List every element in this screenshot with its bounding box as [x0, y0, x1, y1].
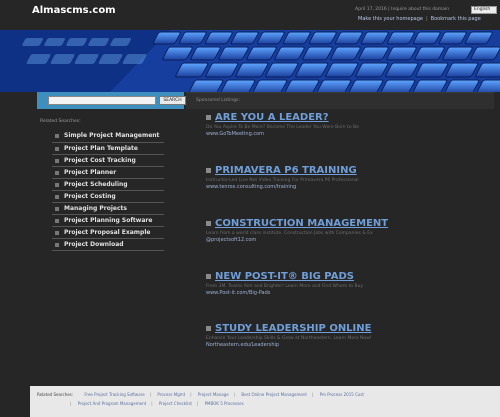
sponsored-listing: CONSTRUCTION MANAGEMENT Learn from a wor…: [206, 218, 496, 243]
search-button[interactable]: SEARCH: [159, 96, 186, 105]
bullet-icon: [55, 159, 59, 163]
listing-url-link[interactable]: www.Post-it.com/Big-Pads: [206, 290, 496, 296]
listing-description: Instructor-Led Live Net Video Training F…: [206, 178, 359, 183]
bullet-icon: [55, 147, 59, 151]
bullet-icon: [55, 183, 59, 187]
bullet-icon: [55, 231, 59, 235]
site-title[interactable]: Almascms.com: [32, 5, 116, 16]
footer-link[interactable]: Project Checklist: [159, 401, 192, 406]
listing-description: Enhance Your Leadership Skills & Grow at…: [206, 336, 372, 341]
listing-title-text: NEW POST-IT® BIG PADS: [215, 271, 354, 282]
main-content: Sponsored Listings: ARE YOU A LEADER? Do…: [186, 92, 496, 348]
sponsored-listing: PRIMAVERA P6 TRAINING Instructor-Led Liv…: [206, 165, 496, 190]
sidebar-item-project-scheduling[interactable]: Project Scheduling: [52, 179, 164, 191]
bullet-icon: [55, 171, 59, 175]
language-select[interactable]: English: [471, 6, 497, 14]
listing-description: Learn from a world class institute. Cons…: [206, 231, 373, 236]
sidebar-item-label: Project Download: [64, 241, 124, 248]
header-links: Make this your homepage | Bookmark this pa…: [358, 16, 481, 22]
sidebar-item-project-plan-template[interactable]: Project Plan Template: [52, 143, 164, 155]
separator: |: [190, 392, 192, 397]
footer-link[interactable]: Project And Program Management: [78, 401, 147, 406]
sidebar-item-label: Project Cost Tracking: [64, 157, 136, 164]
footer-row: Related Searches: Free Project Tracking …: [37, 392, 364, 397]
sidebar-item-project-planning-software[interactable]: Project Planning Software: [52, 215, 164, 227]
sidebar-item-project-proposal-example[interactable]: Project Proposal Example: [52, 227, 164, 239]
search-bar: SEARCH: [37, 92, 186, 109]
listing-title-link[interactable]: CONSTRUCTION MANAGEMENT: [206, 218, 496, 229]
separator: |: [233, 392, 236, 397]
bullet-icon: [55, 219, 59, 223]
sidebar-item-label: Simple Project Management: [64, 132, 160, 139]
listing-title-link[interactable]: ARE YOU A LEADER?: [206, 112, 496, 123]
separator: |: [196, 401, 199, 406]
sponsored-listing: ARE YOU A LEADER? Do You Aspire To Be Mo…: [206, 112, 496, 137]
listing-title-text: ARE YOU A LEADER?: [215, 112, 329, 123]
bullet-icon: [206, 168, 211, 173]
sidebar-item-label: Project Costing: [64, 193, 116, 200]
bullet-icon: [206, 115, 211, 120]
separator: |: [311, 392, 314, 397]
listing-description: Do You Aspire To Be More? Become The Lea…: [206, 125, 359, 130]
listing-url-link[interactable]: @projectsoft12.com: [206, 237, 496, 243]
bullet-icon: [55, 134, 59, 138]
sidebar-item-project-costing[interactable]: Project Costing: [52, 191, 164, 203]
sidebar-item-label: Managing Projects: [64, 205, 127, 212]
listing-title-link[interactable]: NEW POST-IT® BIG PADS: [206, 271, 496, 282]
listing-title-text: CONSTRUCTION MANAGEMENT: [215, 218, 389, 229]
sidebar: SEARCH Related Searches: Simple Project …: [37, 92, 186, 297]
sponsored-listings-heading: Sponsored Listings:: [186, 92, 494, 109]
sponsored-listing: STUDY LEADERSHIP ONLINE Enhance Your Lea…: [206, 323, 496, 348]
bullet-icon: [206, 326, 211, 331]
bookmark-link[interactable]: Bookmark this page: [431, 16, 481, 22]
footer-label: Related Searches:: [37, 392, 74, 397]
separator: |: [70, 401, 72, 406]
sidebar-item-project-download[interactable]: Project Download: [52, 239, 164, 251]
separator: |: [151, 401, 153, 406]
search-input[interactable]: [48, 96, 156, 105]
make-homepage-link[interactable]: Make this your homepage: [358, 16, 423, 22]
sidebar-item-project-planner[interactable]: Project Planner: [52, 167, 164, 179]
related-searches-list: Simple Project Management Project Plan T…: [52, 129, 164, 251]
bullet-icon: [55, 207, 59, 211]
footer-link[interactable]: Best Online Project Management: [241, 392, 307, 397]
listing-url-link[interactable]: www.GoToMeeting.com: [206, 131, 496, 137]
bullet-icon: [206, 274, 211, 279]
separator: |: [149, 392, 152, 397]
listing-url-link[interactable]: www.tenrox.consulting.com/training: [206, 184, 496, 190]
listing-title-link[interactable]: PRIMAVERA P6 TRAINING: [206, 165, 496, 176]
bullet-icon: [55, 195, 59, 199]
footer-link[interactable]: Pm Process 2015 Cost: [320, 392, 364, 397]
footer-row: | Project And Program Management | Projec…: [65, 401, 244, 406]
sidebar-item-label: Project Scheduling: [64, 181, 128, 188]
bullet-icon: [55, 243, 59, 247]
footer-link[interactable]: Free Project Tracking Software: [84, 392, 144, 397]
bullet-icon: [206, 221, 211, 226]
listing-title-link[interactable]: STUDY LEADERSHIP ONLINE: [206, 323, 496, 334]
sidebar-item-project-cost-tracking[interactable]: Project Cost Tracking: [52, 155, 164, 167]
banner-image: [0, 30, 500, 92]
sidebar-item-simple-project-management[interactable]: Simple Project Management: [52, 129, 164, 143]
sponsored-listing: NEW POST-IT® BIG PADS From 3M. Teams Aim…: [206, 271, 496, 296]
sidebar-item-label: Project Plan Template: [64, 145, 138, 152]
listing-url-link[interactable]: Northeastern.edu/Leadership: [206, 342, 496, 348]
footer-link[interactable]: Project Manage: [198, 392, 229, 397]
related-searches-heading: Related Searches:: [40, 119, 81, 124]
sidebar-item-label: Project Planner: [64, 169, 117, 176]
sidebar-item-label: Project Planning Software: [64, 217, 153, 224]
keyboard-keys-graphic: [0, 30, 500, 92]
footer-related-searches: Related Searches: Free Project Tracking …: [30, 386, 500, 417]
sidebar-item-managing-projects[interactable]: Managing Projects: [52, 203, 164, 215]
header-date-text[interactable]: April 17, 2016 | Inquire about this doma…: [355, 7, 449, 12]
top-bar: Almascms.com April 17, 2016 | Inquire ab…: [0, 0, 500, 30]
sidebar-item-label: Project Proposal Example: [64, 229, 151, 236]
footer-link[interactable]: PMBOK 5 Processes: [205, 401, 244, 406]
listing-title-text: PRIMAVERA P6 TRAINING: [215, 165, 357, 176]
listing-title-text: STUDY LEADERSHIP ONLINE: [215, 323, 372, 334]
listing-description: From 3M. Teams Aim and Brighter! Learn M…: [206, 284, 364, 289]
separator: |: [425, 16, 428, 22]
footer-link[interactable]: Process Mgmt: [157, 392, 185, 397]
